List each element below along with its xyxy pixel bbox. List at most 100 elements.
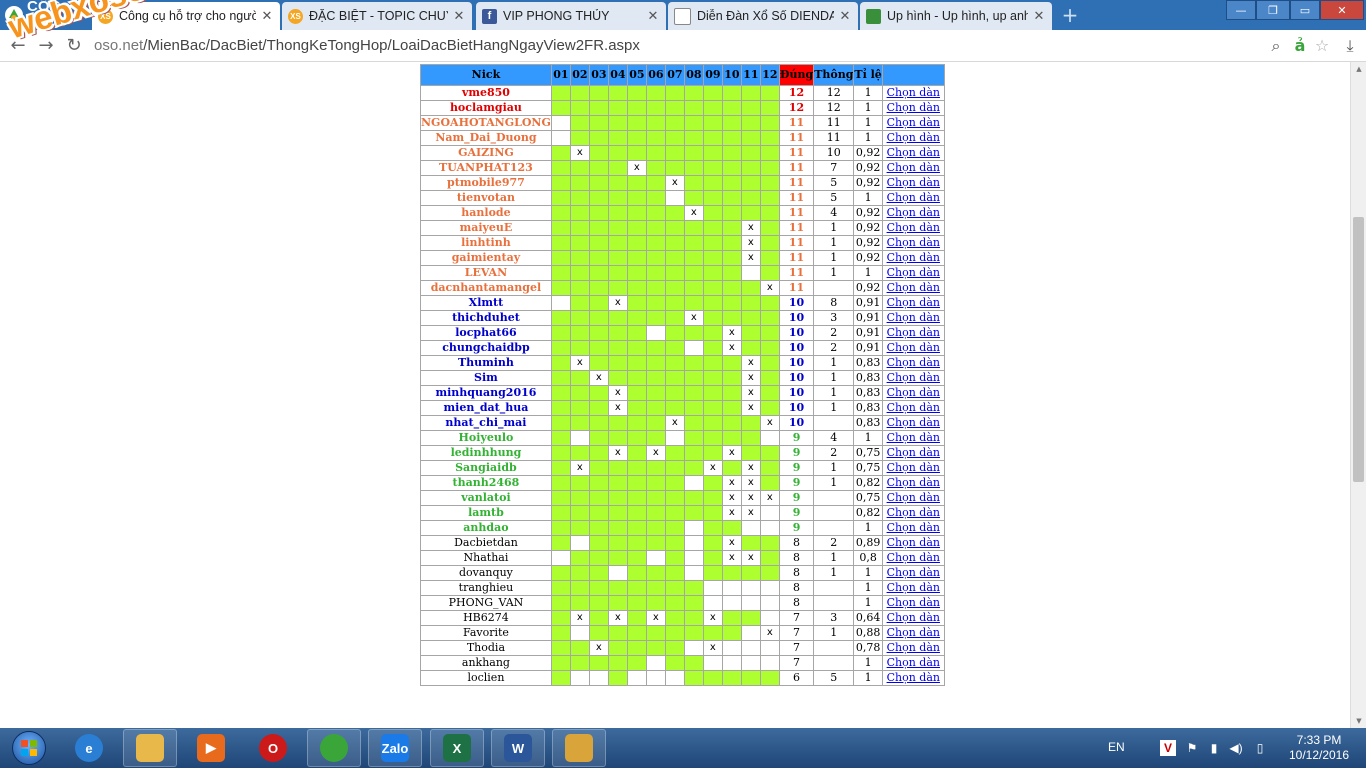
language-indicator[interactable]: EN — [1108, 740, 1125, 754]
new-tab-button[interactable]: + — [1060, 5, 1080, 25]
day-cell: x — [683, 310, 704, 326]
chon-dan-link[interactable]: Chọn dàn — [887, 117, 940, 130]
tab-close-icon[interactable]: ✕ — [646, 8, 660, 24]
chon-dan-link[interactable]: Chọn dàn — [887, 627, 940, 640]
chon-dan-link[interactable]: Chọn dàn — [887, 312, 940, 325]
day-cell — [569, 190, 590, 206]
browser-tab-5[interactable]: Up hình - Up hình, up anh ✕ — [860, 2, 1052, 30]
back-icon[interactable]: ← — [6, 34, 30, 58]
chon-dan-link[interactable]: Chọn dàn — [887, 522, 940, 535]
chon-dan-link[interactable]: Chọn dàn — [887, 507, 940, 520]
volume-icon[interactable]: ◀) — [1228, 740, 1244, 756]
row-action: Chọn dàn — [881, 280, 945, 296]
address-toolbar: ← → ↻ oso.net/MienBac/DacBiet/ThongKeTon… — [0, 30, 1366, 62]
chon-dan-link[interactable]: Chọn dàn — [887, 552, 940, 565]
chon-dan-link[interactable]: Chọn dàn — [887, 297, 940, 310]
network-icon[interactable]: ▮ — [1206, 740, 1222, 756]
bookmark-star-icon[interactable]: ☆ — [1312, 36, 1332, 56]
taskbar-app-excel[interactable]: X — [430, 729, 484, 767]
chon-dan-link[interactable]: Chọn dàn — [887, 417, 940, 430]
unikey-icon[interactable]: V — [1160, 740, 1176, 756]
table-row: tranghieu 8 1 Chọn dàn — [420, 580, 945, 596]
chon-dan-link[interactable]: Chọn dàn — [887, 192, 940, 205]
taskbar-clock[interactable]: 7:33 PM 10/12/2016 — [1286, 733, 1352, 763]
chon-dan-link[interactable]: Chọn dàn — [887, 342, 940, 355]
day-cell — [588, 145, 609, 161]
coccoc-ext-icon[interactable]: ả — [1290, 36, 1310, 56]
battery-icon[interactable]: ▯ — [1252, 740, 1268, 756]
vertical-scrollbar[interactable]: ▲ ▼ — [1350, 62, 1366, 728]
chon-dan-link[interactable]: Chọn dàn — [887, 357, 940, 370]
day-cell — [664, 400, 685, 416]
taskbar-app-opera[interactable]: O — [246, 729, 300, 767]
taskbar-app-paint[interactable] — [552, 729, 606, 767]
zoom-icon[interactable]: ⌕ — [1266, 36, 1286, 56]
close-window-button[interactable]: ✕ — [1320, 0, 1364, 20]
browser-tab-2[interactable]: XS ĐẶC BIỆT - TOPIC CHUYÊN ✕ — [282, 2, 472, 30]
chon-dan-link[interactable]: Chọn dàn — [887, 672, 940, 685]
row-action: Chọn dàn — [881, 190, 945, 206]
tab-close-icon[interactable]: ✕ — [260, 8, 274, 24]
chon-dan-link[interactable]: Chọn dàn — [887, 447, 940, 460]
row-nick: Thodia — [420, 640, 552, 656]
row-action: Chọn dàn — [881, 565, 945, 581]
chon-dan-link[interactable]: Chọn dàn — [887, 372, 940, 385]
chon-dan-link[interactable]: Chọn dàn — [887, 267, 940, 280]
scroll-up-icon[interactable]: ▲ — [1351, 62, 1366, 76]
tab-close-icon[interactable]: ✕ — [1032, 8, 1046, 24]
chon-dan-link[interactable]: Chọn dàn — [887, 597, 940, 610]
browser-tab-1[interactable]: XS Công cụ hỗ trợ cho người ✕ — [92, 2, 280, 30]
chon-dan-link[interactable]: Chọn dàn — [887, 237, 940, 250]
coccoc-brand[interactable]: CỐC CỐC — [0, 0, 92, 32]
scroll-down-icon[interactable]: ▼ — [1351, 714, 1366, 728]
taskbar-app-explorer[interactable] — [123, 729, 177, 767]
day-cell — [569, 520, 590, 536]
tab-close-icon[interactable]: ✕ — [838, 8, 852, 24]
reload-icon[interactable]: ↻ — [62, 34, 86, 58]
chon-dan-link[interactable]: Chọn dàn — [887, 282, 940, 295]
chon-dan-link[interactable]: Chọn dàn — [887, 477, 940, 490]
chon-dan-link[interactable]: Chọn dàn — [887, 132, 940, 145]
download-icon[interactable]: ⤓ — [1340, 36, 1360, 56]
taskbar-app-coccoc[interactable] — [307, 729, 361, 767]
chon-dan-link[interactable]: Chọn dàn — [887, 162, 940, 175]
start-button[interactable] — [2, 728, 56, 768]
day-cell — [759, 85, 780, 101]
chon-dan-link[interactable]: Chọn dàn — [887, 387, 940, 400]
chon-dan-link[interactable]: Chọn dàn — [887, 222, 940, 235]
chon-dan-link[interactable]: Chọn dàn — [887, 582, 940, 595]
chon-dan-link[interactable]: Chọn dàn — [887, 87, 940, 100]
scrollbar-thumb[interactable] — [1353, 217, 1364, 482]
table-row: Dacbietdan x 8 2 0,89 Chọn dàn — [420, 535, 945, 551]
taskbar-app-zalo[interactable]: Zalo — [368, 729, 422, 767]
address-bar[interactable]: oso.net/MienBac/DacBiet/ThongKeTongHop/L… — [94, 33, 1334, 59]
maximize-button[interactable]: ▭ — [1290, 0, 1320, 20]
chon-dan-link[interactable]: Chọn dàn — [887, 177, 940, 190]
chon-dan-link[interactable]: Chọn dàn — [887, 402, 940, 415]
day-cell — [740, 280, 761, 296]
chon-dan-link[interactable]: Chọn dàn — [887, 567, 940, 580]
chon-dan-link[interactable]: Chọn dàn — [887, 432, 940, 445]
chon-dan-link[interactable]: Chọn dàn — [887, 462, 940, 475]
taskbar-app-ie[interactable]: e — [62, 729, 116, 767]
minimize-button[interactable]: — — [1226, 0, 1256, 20]
chon-dan-link[interactable]: Chọn dàn — [887, 657, 940, 670]
chon-dan-link[interactable]: Chọn dàn — [887, 327, 940, 340]
tray-flag-icon[interactable]: ⚑ — [1184, 740, 1200, 756]
chon-dan-link[interactable]: Chọn dàn — [887, 492, 940, 505]
chon-dan-link[interactable]: Chọn dàn — [887, 147, 940, 160]
browser-tab-4[interactable]: Diễn Đàn Xổ Số DIENDAN ✕ — [668, 2, 858, 30]
chon-dan-link[interactable]: Chọn dàn — [887, 207, 940, 220]
restore-button[interactable]: ❐ — [1256, 0, 1290, 20]
chon-dan-link[interactable]: Chọn dàn — [887, 642, 940, 655]
day-cell — [740, 340, 761, 356]
tab-close-icon[interactable]: ✕ — [452, 8, 466, 24]
taskbar-app-media[interactable]: ▶ — [184, 729, 238, 767]
forward-icon[interactable]: → — [34, 34, 58, 58]
browser-tab-3[interactable]: f VIP PHONG THỦY ✕ — [476, 2, 666, 30]
chon-dan-link[interactable]: Chọn dàn — [887, 612, 940, 625]
chon-dan-link[interactable]: Chọn dàn — [887, 537, 940, 550]
taskbar-app-word[interactable]: W — [491, 729, 545, 767]
chon-dan-link[interactable]: Chọn dàn — [887, 252, 940, 265]
chon-dan-link[interactable]: Chọn dàn — [887, 102, 940, 115]
